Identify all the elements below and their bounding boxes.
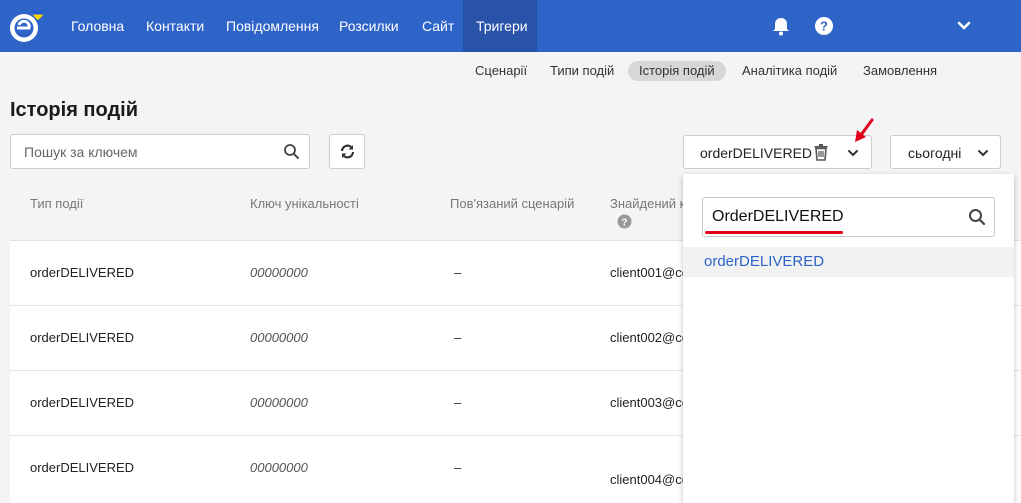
cell-event-type: orderDELIVERED <box>30 265 135 280</box>
refresh-icon <box>340 144 355 159</box>
cell-unique-key: 00000000 <box>250 460 308 475</box>
column-header-unique-key: Ключ унікальності <box>250 196 359 211</box>
page-title: Історія подій <box>10 99 139 121</box>
dropdown-option[interactable]: orderDELIVERED <box>683 247 1014 277</box>
cell-unique-key: 00000000 <box>250 330 308 345</box>
nav-item-mailings[interactable]: Розсилки <box>326 0 412 52</box>
svg-text:?: ? <box>621 218 627 229</box>
top-nav: Головна Контакти Повідомлення Розсилки С… <box>0 0 1021 52</box>
nav-item-contacts[interactable]: Контакти <box>133 0 217 52</box>
column-header-event-type: Тип події <box>30 196 84 211</box>
nav-item-site[interactable]: Сайт <box>409 0 467 52</box>
nav-item-triggers[interactable]: Тригери <box>463 0 537 52</box>
cell-found-contact[interactable]: client001@co <box>610 265 689 280</box>
event-type-select[interactable]: orderDELIVERED <box>683 135 872 169</box>
cell-related-scenario: – <box>454 265 462 280</box>
cell-unique-key: 00000000 <box>250 265 308 280</box>
tab-scenarios[interactable]: Сценарії <box>464 61 538 81</box>
logo-icon[interactable] <box>9 9 43 43</box>
cell-related-scenario: – <box>454 395 462 410</box>
column-header-found-contact: Знайдений к <box>610 196 686 211</box>
cell-event-type: orderDELIVERED <box>30 395 135 410</box>
cell-unique-key: 00000000 <box>250 395 308 410</box>
column-header-related-scenario: Пов'язаний сценарій <box>450 196 575 211</box>
nav-item-home[interactable]: Головна <box>58 0 137 52</box>
key-search-input[interactable] <box>11 135 279 168</box>
key-search <box>10 134 310 169</box>
trash-icon[interactable] <box>812 143 830 161</box>
dropdown-option-label: orderDELIVERED <box>704 253 825 270</box>
date-select[interactable]: сьогодні <box>890 135 1001 169</box>
cell-found-contact[interactable]: client002@co <box>610 330 689 345</box>
svg-text:?: ? <box>820 19 828 34</box>
bell-icon[interactable] <box>770 15 792 37</box>
date-select-value: сьогодні <box>908 145 962 161</box>
cell-related-scenario: – <box>454 330 462 345</box>
tab-event-history[interactable]: Історія подій <box>628 61 726 81</box>
annotation-underline <box>705 231 843 234</box>
cell-found-contact[interactable]: client004@co <box>610 472 689 487</box>
refresh-button[interactable] <box>329 134 365 169</box>
chevron-down-icon[interactable] <box>847 149 859 157</box>
tab-orders[interactable]: Замовлення <box>852 61 948 81</box>
cell-related-scenario: – <box>454 460 462 475</box>
question-circle-icon[interactable]: ? <box>617 214 632 229</box>
tab-event-analytics[interactable]: Аналітика подій <box>731 61 848 81</box>
cell-found-contact[interactable]: client003@co <box>610 395 689 410</box>
account-chevron-down-icon[interactable] <box>953 15 975 37</box>
cell-event-type: orderDELIVERED <box>30 460 135 475</box>
annotation-arrow-icon <box>855 118 874 142</box>
chevron-down-icon[interactable] <box>977 149 989 157</box>
help-circle-icon[interactable]: ? <box>813 15 835 37</box>
nav-item-messages[interactable]: Повідомлення <box>213 0 332 52</box>
event-type-select-value: orderDELIVERED <box>700 145 813 161</box>
cell-event-type: orderDELIVERED <box>30 330 135 345</box>
event-type-dropdown: orderDELIVERED <box>683 174 1014 503</box>
search-icon[interactable] <box>968 208 986 226</box>
tab-event-types[interactable]: Типи подій <box>539 61 625 81</box>
search-icon[interactable] <box>283 143 300 160</box>
